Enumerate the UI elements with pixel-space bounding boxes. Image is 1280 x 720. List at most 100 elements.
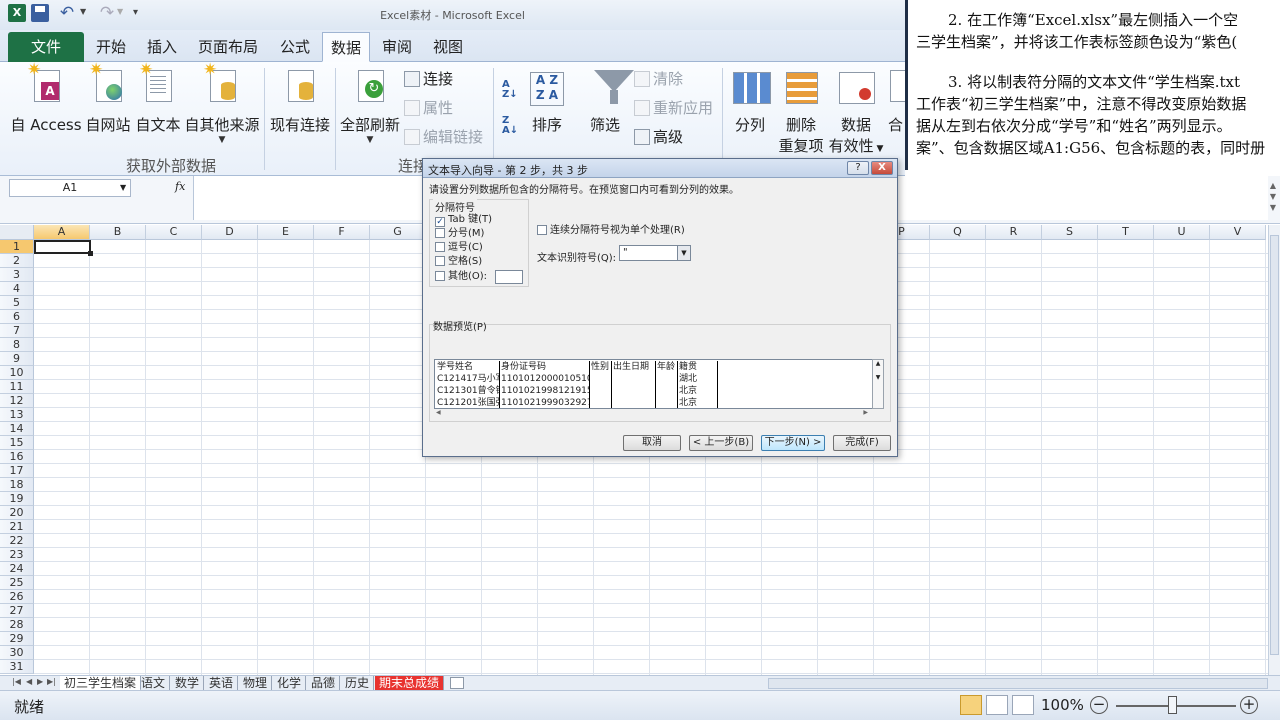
- semicolon-checkbox[interactable]: [435, 228, 445, 238]
- row-header[interactable]: 22: [0, 534, 34, 548]
- tab-insert[interactable]: 插入: [139, 32, 185, 62]
- row-header[interactable]: 16: [0, 450, 34, 464]
- sheet-tab[interactable]: 语文: [137, 676, 171, 691]
- filter-button[interactable]: 筛选: [584, 66, 634, 135]
- select-all-corner[interactable]: [0, 225, 34, 240]
- tab-view[interactable]: 视图: [425, 32, 471, 62]
- row-header[interactable]: 5: [0, 296, 34, 310]
- last-sheet-icon[interactable]: ▶|: [47, 677, 56, 686]
- from-text-button[interactable]: ✷ 自文本: [134, 62, 182, 135]
- insert-function-icon[interactable]: fx: [175, 180, 185, 193]
- insert-sheet-icon[interactable]: [450, 677, 464, 689]
- from-access-button[interactable]: ✷ A 自 Access: [10, 62, 82, 135]
- row-header[interactable]: 20: [0, 506, 34, 520]
- tab-checkbox-row[interactable]: ✓ Tab 键(T): [435, 214, 492, 227]
- column-header[interactable]: F: [314, 225, 370, 240]
- row-header[interactable]: 29: [0, 632, 34, 646]
- row-header[interactable]: 11: [0, 380, 34, 394]
- from-web-button[interactable]: ✷ 自网站: [84, 62, 132, 135]
- column-header[interactable]: R: [986, 225, 1042, 240]
- row-header[interactable]: 2: [0, 254, 34, 268]
- zoom-level[interactable]: 100%: [1041, 696, 1084, 714]
- existing-connections-button[interactable]: 现有连接: [268, 66, 332, 135]
- tab-formulas[interactable]: 公式: [272, 32, 318, 62]
- sort-z-a-icon[interactable]: Z A↓: [502, 116, 518, 136]
- sheet-tab[interactable]: 物理: [239, 676, 273, 691]
- zoom-in-icon[interactable]: +: [1240, 696, 1258, 714]
- row-header[interactable]: 27: [0, 604, 34, 618]
- sheet-tab-active[interactable]: 初三学生档案: [60, 676, 142, 691]
- cancel-button[interactable]: 取消: [623, 435, 681, 451]
- clear-filter-button[interactable]: 清除: [634, 68, 683, 90]
- consolidate-button[interactable]: 合: [886, 66, 905, 135]
- text-qualifier-select[interactable]: " ▼: [619, 245, 691, 261]
- row-header[interactable]: 23: [0, 548, 34, 562]
- tab-file[interactable]: 文件: [8, 32, 84, 62]
- scroll-thumb[interactable]: [1270, 235, 1279, 655]
- preview-horizontal-scrollbar[interactable]: ◀ ▶: [434, 409, 872, 419]
- close-icon[interactable]: X: [871, 161, 893, 175]
- row-header[interactable]: 6: [0, 310, 34, 324]
- row-header[interactable]: 31: [0, 660, 34, 674]
- data-preview-box[interactable]: 学号姓名 身份证号码 性别 出生日期 年龄 籍贯 C121417马小军 11010120000…: [434, 359, 884, 409]
- comma-checkbox-row[interactable]: 逗号(C): [435, 242, 483, 254]
- space-checkbox[interactable]: [435, 256, 445, 266]
- other-checkbox-row[interactable]: 其他(O):: [435, 271, 487, 283]
- row-header[interactable]: 25: [0, 576, 34, 590]
- sort-button[interactable]: A ZZ A 排序: [526, 66, 568, 135]
- normal-view-icon[interactable]: [960, 695, 982, 715]
- tab-review[interactable]: 审阅: [374, 32, 420, 62]
- sheet-tab[interactable]: 英语: [205, 676, 239, 691]
- consecutive-delimiters-row[interactable]: 连续分隔符号视为单个处理(R): [537, 225, 685, 237]
- row-header[interactable]: 9: [0, 352, 34, 366]
- first-sheet-icon[interactable]: |◀: [12, 677, 21, 686]
- row-header[interactable]: 3: [0, 268, 34, 282]
- sheet-tab[interactable]: 化学: [273, 676, 307, 691]
- refresh-all-button[interactable]: ↻ 全部刷新 ▼: [338, 66, 402, 145]
- remove-duplicates-button[interactable]: 删除 重复项: [776, 66, 826, 156]
- tab-home[interactable]: 开始: [88, 32, 134, 62]
- row-header[interactable]: 14: [0, 422, 34, 436]
- row-header[interactable]: 26: [0, 590, 34, 604]
- row-header[interactable]: 21: [0, 520, 34, 534]
- page-layout-view-icon[interactable]: [986, 695, 1008, 715]
- column-header[interactable]: T: [1098, 225, 1154, 240]
- row-header[interactable]: 12: [0, 394, 34, 408]
- chevron-down-icon[interactable]: ▼: [120, 183, 126, 192]
- reapply-button[interactable]: 重新应用: [634, 97, 713, 119]
- consecutive-delimiters-checkbox[interactable]: [537, 225, 547, 235]
- row-header[interactable]: 17: [0, 464, 34, 478]
- row-header[interactable]: 8: [0, 338, 34, 352]
- from-other-sources-button[interactable]: ✷ 自其他来源 ▼: [184, 62, 260, 146]
- column-header[interactable]: E: [258, 225, 314, 240]
- chevron-down-icon[interactable]: ▼: [677, 246, 690, 260]
- sheet-tab[interactable]: 历史: [341, 676, 375, 691]
- edit-links-button[interactable]: 编辑链接: [404, 126, 483, 148]
- sheet-tab-colored[interactable]: 期末总成绩: [375, 676, 445, 691]
- active-cell-a1[interactable]: [34, 240, 93, 256]
- sort-a-z-icon[interactable]: A Z↓: [502, 80, 518, 100]
- column-header[interactable]: C: [146, 225, 202, 240]
- row-header[interactable]: 24: [0, 562, 34, 576]
- advanced-filter-button[interactable]: 高级: [634, 126, 683, 148]
- comma-checkbox[interactable]: [435, 242, 445, 252]
- row-header[interactable]: 1: [0, 240, 34, 254]
- space-checkbox-row[interactable]: 空格(S): [435, 256, 482, 268]
- column-header[interactable]: Q: [930, 225, 986, 240]
- back-button[interactable]: < 上一步(B): [689, 435, 753, 451]
- zoom-out-icon[interactable]: −: [1090, 696, 1108, 714]
- tab-data[interactable]: 数据: [322, 32, 370, 62]
- row-header[interactable]: 30: [0, 646, 34, 660]
- finish-button[interactable]: 完成(F): [833, 435, 891, 451]
- help-icon[interactable]: ?: [847, 161, 869, 175]
- dialog-title-bar[interactable]: 文本导入向导 - 第 2 步，共 3 步 ? X: [423, 159, 897, 178]
- row-header[interactable]: 19: [0, 492, 34, 506]
- column-header[interactable]: G: [370, 225, 426, 240]
- row-header[interactable]: 28: [0, 618, 34, 632]
- semicolon-checkbox-row[interactable]: 分号(M): [435, 228, 484, 240]
- sheet-tab[interactable]: 品德: [307, 676, 341, 691]
- formula-scroll-icon[interactable]: ▲ ▼ ▼: [1268, 180, 1278, 220]
- tab-page-layout[interactable]: 页面布局: [192, 32, 264, 62]
- connections-button[interactable]: 连接: [404, 68, 453, 90]
- zoom-slider-thumb[interactable]: [1168, 696, 1177, 714]
